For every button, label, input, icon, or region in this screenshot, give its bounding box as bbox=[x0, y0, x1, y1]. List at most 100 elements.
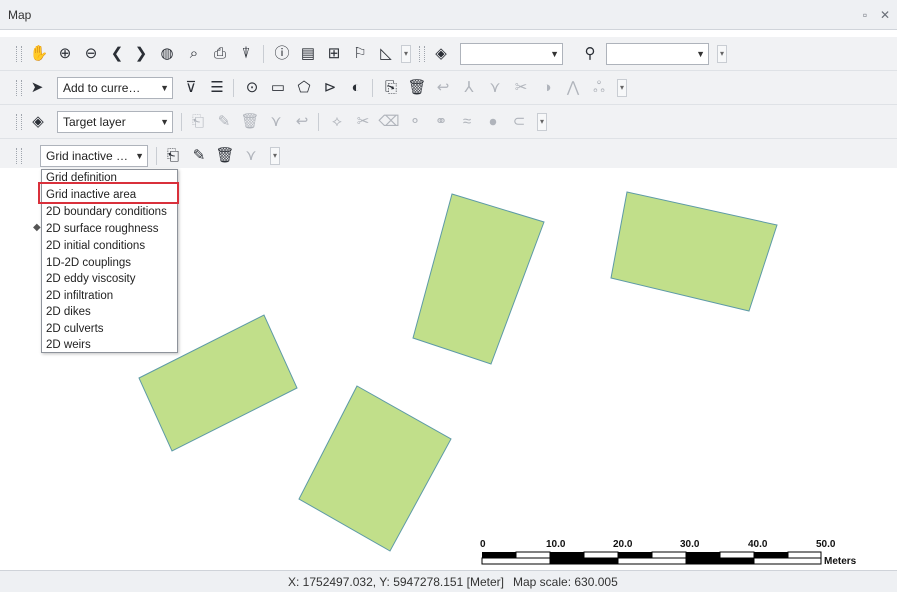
toolbar-grip[interactable] bbox=[16, 114, 22, 130]
delete-icon[interactable]: 🗑 bbox=[406, 77, 428, 99]
buffer-icon[interactable]: ≈ bbox=[456, 111, 478, 133]
dropdown-item-2d-initial-conditions[interactable]: 2D initial conditions bbox=[46, 238, 145, 255]
target-layer-combo[interactable]: Target layer ▼ bbox=[57, 111, 173, 133]
search-icon[interactable]: ⚲ bbox=[579, 43, 601, 65]
chevron-down-icon: ▼ bbox=[696, 49, 705, 59]
toolbar-grip[interactable] bbox=[16, 148, 22, 164]
dropdown-item-2d-dikes[interactable]: 2D dikes bbox=[46, 304, 91, 321]
previous-extent-icon[interactable]: ❮ bbox=[106, 43, 128, 65]
chart-icon[interactable]: ◺ bbox=[375, 43, 397, 65]
scale-tick-label: 20.0 bbox=[613, 540, 633, 550]
grid-layer-combo[interactable]: Grid inactive … ▼ bbox=[40, 145, 148, 167]
select-by-attribute-icon[interactable]: ⊽ bbox=[180, 77, 202, 99]
layers-icon[interactable]: ◈ bbox=[27, 111, 49, 133]
chevron-down-icon: ▼ bbox=[160, 83, 169, 93]
toolbar-overflow-icon[interactable]: ▾ bbox=[537, 113, 547, 131]
undo-icon[interactable]: ↩ bbox=[432, 77, 454, 99]
selected-item-highlight bbox=[38, 182, 179, 204]
scale-bar-segments bbox=[481, 551, 822, 565]
zoom-to-selection-icon[interactable]: ⌕ bbox=[183, 43, 205, 65]
node-icon[interactable]: ஃ bbox=[588, 77, 610, 99]
split-icon[interactable]: ⅄ bbox=[458, 77, 480, 99]
layer-combo[interactable]: ▼ bbox=[460, 43, 563, 65]
polygon-select-icon[interactable]: ⬠ bbox=[293, 77, 315, 99]
toolbar-overflow-icon[interactable]: ▾ bbox=[270, 147, 280, 165]
identify-icon[interactable]: ⓘ bbox=[271, 43, 293, 65]
edit-features-icon[interactable]: ⎘ bbox=[380, 77, 402, 99]
attributes-icon[interactable]: ▤ bbox=[297, 43, 319, 65]
scale-tick-label: 30.0 bbox=[680, 540, 700, 550]
new-feature-icon[interactable]: ⎗ bbox=[187, 111, 209, 133]
toggle-icon[interactable]: ◑ bbox=[536, 77, 558, 99]
target-layer-value: Target layer bbox=[63, 115, 126, 129]
vertex-a-icon[interactable]: ⚬ bbox=[404, 111, 426, 133]
deselect-icon[interactable]: ⊳ bbox=[319, 77, 341, 99]
erase-icon[interactable]: ⌫ bbox=[378, 111, 400, 133]
rectangle-select-icon[interactable]: ▭ bbox=[267, 77, 289, 99]
search-combo[interactable]: ▼ bbox=[606, 43, 709, 65]
polygon-feature[interactable] bbox=[610, 191, 778, 312]
dropdown-item-2d-infiltration[interactable]: 2D infiltration bbox=[46, 288, 113, 305]
delete-feature-icon[interactable]: 🗑 bbox=[239, 111, 261, 133]
dropdown-item-2d-eddy-viscosity[interactable]: 2D eddy viscosity bbox=[46, 271, 135, 288]
measure-icon[interactable]: ⊞ bbox=[323, 43, 345, 65]
toolbar-grip[interactable] bbox=[16, 80, 22, 96]
bookmark-icon[interactable]: ⚐ bbox=[349, 43, 371, 65]
list-icon[interactable]: ☰ bbox=[206, 77, 228, 99]
toolbar-overflow-icon[interactable]: ▾ bbox=[717, 45, 727, 63]
new-grid-feature-icon[interactable]: ⎗ bbox=[162, 145, 184, 167]
scale-tick-label: 10.0 bbox=[546, 540, 566, 550]
pan-hand-icon[interactable]: ✋ bbox=[28, 43, 50, 65]
chevron-down-icon: ▼ bbox=[160, 117, 169, 127]
clear-selection-icon[interactable]: ⍒ bbox=[235, 43, 257, 65]
chevron-down-icon: ▼ bbox=[135, 151, 144, 161]
grid-layer-dropdown[interactable]: Grid definition Grid inactive area 2D bo… bbox=[38, 169, 179, 354]
vertex-icon[interactable]: ⋀ bbox=[562, 77, 584, 99]
layers-icon[interactable]: ◈ bbox=[430, 43, 452, 65]
window-title: Map bbox=[8, 8, 32, 22]
node-edit-icon[interactable]: ⟡ bbox=[326, 111, 348, 133]
map-cursor-marker-icon: ◆ bbox=[33, 222, 41, 233]
full-extent-icon[interactable]: ◍ bbox=[156, 43, 178, 65]
toolbar-separator bbox=[233, 79, 234, 97]
reshape-feature-icon[interactable]: ⋎ bbox=[265, 111, 287, 133]
points-icon[interactable]: ⦁ bbox=[482, 111, 504, 133]
cut-icon[interactable]: ✂ bbox=[352, 111, 374, 133]
mouse-select-icon[interactable]: ⊙ bbox=[241, 77, 263, 99]
chart-dropdown-chevron-icon[interactable]: ▾ bbox=[401, 45, 411, 63]
selection-mode-combo[interactable]: Add to curre… ▼ bbox=[57, 77, 173, 99]
grid-pencil-icon[interactable]: ✎ bbox=[188, 145, 210, 167]
undo-edit-icon[interactable]: ↩ bbox=[291, 111, 313, 133]
grid-reshape-icon[interactable]: ⋎ bbox=[240, 145, 262, 167]
toolbar-grip[interactable] bbox=[16, 46, 22, 62]
maximize-icon[interactable]: ▫ bbox=[856, 6, 874, 24]
dropdown-item-2d-culverts[interactable]: 2D culverts bbox=[46, 321, 104, 338]
grid-delete-icon[interactable]: 🗑 bbox=[214, 145, 236, 167]
zoom-out-icon[interactable]: ⊖ bbox=[80, 43, 102, 65]
dropdown-item-1d-2d-couplings[interactable]: 1D-2D couplings bbox=[46, 255, 131, 272]
invert-selection-icon[interactable]: ◐ bbox=[345, 77, 367, 99]
zoom-in-icon[interactable]: ⊕ bbox=[54, 43, 76, 65]
toolbar-separator bbox=[181, 113, 182, 131]
dropdown-item-2d-weirs[interactable]: 2D weirs bbox=[46, 337, 91, 354]
toolbar-overflow-icon[interactable]: ▾ bbox=[617, 79, 627, 97]
pencil-icon[interactable]: ✎ bbox=[213, 111, 235, 133]
polygon-feature[interactable] bbox=[298, 385, 452, 552]
vertex-b-icon[interactable]: ⚭ bbox=[430, 111, 452, 133]
toolbar-separator bbox=[372, 79, 373, 97]
reshape-icon[interactable]: ⋎ bbox=[484, 77, 506, 99]
close-icon[interactable]: ✕ bbox=[876, 6, 894, 24]
toolbar-editing: ◈ Target layer ▼ ⎗ ✎ 🗑 ⋎ ↩ ⟡ ✂ ⌫ ⚬ ⚭ ≈ ⦁… bbox=[0, 105, 897, 139]
dropdown-item-2d-boundary-conditions[interactable]: 2D boundary conditions bbox=[46, 204, 167, 221]
coordinate-readout: X: 1752497.032, Y: 5947278.151 [Meter] bbox=[288, 575, 504, 589]
select-arrow-icon[interactable]: ➤ bbox=[26, 77, 48, 99]
zoom-to-layer-icon[interactable]: ⎙ bbox=[209, 43, 231, 65]
toolbar-navigation: ✋ ⊕ ⊖ ❮ ❯ ◍ ⌕ ⎙ ⍒ ⓘ ▤ ⊞ ⚐ ◺ ▾ ◈ ▼ ⚲ ▼ ▾ bbox=[0, 37, 897, 71]
scale-tick-label: 40.0 bbox=[748, 540, 768, 550]
capsule-icon[interactable]: ⊂ bbox=[508, 111, 530, 133]
dropdown-item-2d-surface-roughness[interactable]: 2D surface roughness bbox=[46, 221, 159, 238]
scissors-icon[interactable]: ✂ bbox=[510, 77, 532, 99]
toolbar-grip[interactable] bbox=[419, 46, 425, 62]
next-extent-icon[interactable]: ❯ bbox=[130, 43, 152, 65]
polygon-feature[interactable] bbox=[412, 193, 545, 365]
